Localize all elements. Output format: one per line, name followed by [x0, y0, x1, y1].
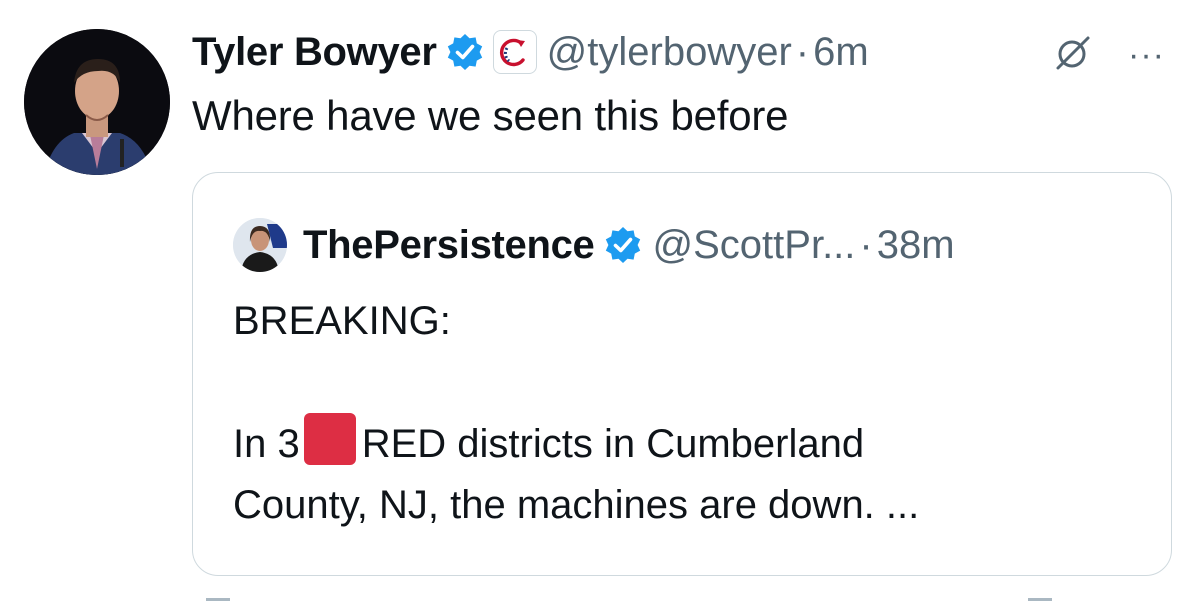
affiliate-logo-icon [499, 38, 525, 67]
quoted-text-blank-line [233, 352, 1153, 413]
quoted-author-name[interactable]: ThePersistence [303, 223, 595, 268]
quoted-author-handle[interactable]: @ScottPr... [653, 223, 856, 268]
quoted-tweet-card[interactable]: ThePersistence @ScottPr... · 38m BREAKIN… [192, 172, 1172, 576]
author-handle[interactable]: @tylerbowyer [547, 30, 792, 75]
quoted-text-line-1: BREAKING: [233, 299, 451, 343]
quoted-avatar-image [233, 218, 287, 272]
tweet-text: Where have we seen this before [192, 92, 789, 139]
verified-badge-icon[interactable] [445, 32, 485, 72]
separator-dot: · [795, 29, 810, 74]
quoted-text-line-2: In 3 RED districts in Cumberland [233, 413, 1153, 475]
grok-icon[interactable] [1052, 30, 1096, 74]
tweet-header: Tyler Bowyer @tylerbowyer · 6m [192, 22, 869, 82]
quoted-text-line-2-prefix: In 3 [233, 422, 300, 466]
quoted-author-avatar[interactable] [233, 218, 287, 272]
quoted-tweet-text: BREAKING: In 3 RED districts in Cumberlan… [233, 291, 1153, 536]
author-avatar-image [24, 29, 170, 175]
red-square-emoji [303, 413, 356, 465]
author-avatar[interactable] [24, 29, 170, 175]
author-name[interactable]: Tyler Bowyer [192, 30, 437, 75]
quoted-text-line-3: County, NJ, the machines are down. ... [233, 483, 920, 527]
affiliate-badge-icon[interactable] [492, 30, 537, 74]
quoted-verified-badge-icon[interactable] [603, 225, 643, 265]
action-bar-edge-left [206, 598, 230, 611]
quoted-tweet-header: ThePersistence @ScottPr... · 38m [233, 217, 955, 273]
quoted-timestamp[interactable]: 38m [877, 223, 955, 268]
more-options-icon[interactable]: ··· [1128, 38, 1165, 72]
quoted-text-line-2-suffix: RED districts in Cumberland [361, 422, 865, 466]
action-bar-edge-right [1028, 598, 1052, 611]
quoted-separator-dot: · [859, 222, 873, 267]
tweet-timestamp[interactable]: 6m [813, 30, 869, 75]
